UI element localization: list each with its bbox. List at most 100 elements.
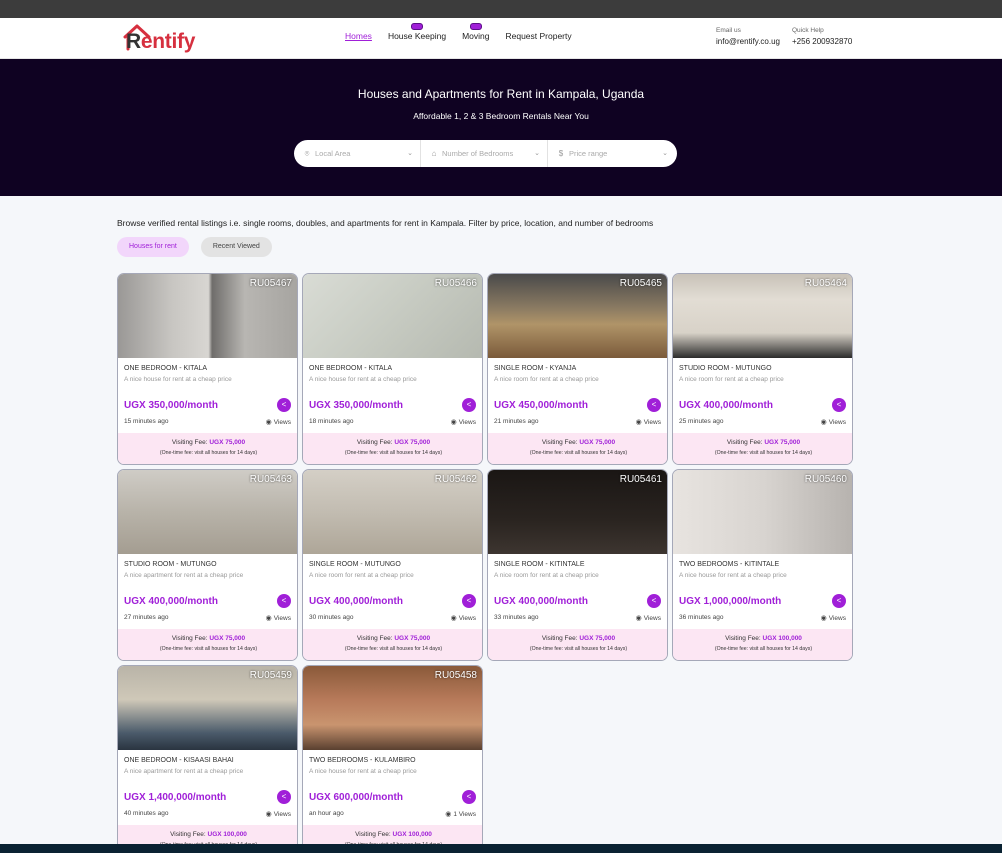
phone-link[interactable]: +256 200932870 — [792, 37, 852, 46]
listing-time: an hour ago — [309, 810, 344, 817]
listing-title: SINGLE ROOM - KITINTALE — [494, 561, 585, 568]
listing-time: 36 minutes ago — [679, 614, 724, 621]
listing-price: UGX 400,000/month — [679, 400, 773, 411]
listing-views: ◉ Views — [820, 419, 846, 426]
listing-code: RU05458 — [434, 670, 477, 681]
listing-views: ◉ Views — [265, 615, 291, 622]
eye-icon: ◉ — [635, 615, 642, 622]
share-icon[interactable]: < — [832, 398, 846, 412]
new-badge — [469, 23, 482, 30]
listing-card[interactable]: RU05461 SINGLE ROOM - KITINTALE A nice r… — [487, 469, 668, 661]
eye-icon: ◉ — [265, 419, 272, 426]
listing-title: ONE BEDROOM - KITALA — [124, 365, 208, 372]
visiting-fee: Visiting Fee: UGX 75,000 — [356, 635, 431, 642]
listing-description: A nice room for rent at a cheap price — [679, 376, 784, 383]
logo[interactable]: Rentify — [122, 22, 195, 54]
listing-views: ◉ Views — [265, 419, 291, 426]
money-icon: $ — [558, 148, 564, 158]
listing-price: UGX 400,000/month — [309, 596, 403, 607]
listing-card[interactable]: RU05462 SINGLE ROOM - MUTUNGO A nice roo… — [302, 469, 483, 661]
share-icon[interactable]: < — [832, 594, 846, 608]
listing-description: A nice house for rent at a cheap price — [679, 572, 787, 579]
share-icon[interactable]: < — [647, 594, 661, 608]
share-icon[interactable]: < — [462, 790, 476, 804]
listing-code: RU05463 — [249, 474, 292, 485]
price-range-select[interactable]: $ Price range ⌄ — [548, 140, 675, 167]
listing-time: 30 minutes ago — [309, 614, 354, 621]
visiting-fee-box: Visiting Fee: UGX 75,000 (One-time fee: … — [303, 433, 482, 464]
listing-views: ◉ Views — [450, 419, 476, 426]
share-icon[interactable]: < — [277, 790, 291, 804]
listing-card[interactable]: RU05463 STUDIO ROOM - MUTUNGO A nice apa… — [117, 469, 298, 661]
listing-code: RU05459 — [249, 670, 292, 681]
share-icon[interactable]: < — [277, 594, 291, 608]
share-icon[interactable]: < — [462, 398, 476, 412]
share-icon[interactable]: < — [277, 398, 291, 412]
share-icon[interactable]: < — [462, 594, 476, 608]
email-link[interactable]: info@rentify.co.ug — [716, 37, 780, 46]
share-icon[interactable]: < — [647, 398, 661, 412]
hero-subtitle: Affordable 1, 2 & 3 Bedroom Rentals Near… — [413, 111, 589, 121]
visiting-fee-box: Visiting Fee: UGX 75,000 (One-time fee: … — [118, 629, 297, 660]
tab-houses-for-rent[interactable]: Houses for rent — [117, 237, 189, 257]
listing-title: SINGLE ROOM - MUTUNGO — [309, 561, 401, 568]
chevron-down-icon: ⌄ — [407, 150, 413, 157]
visiting-fee: Visiting Fee: UGX 75,000 — [171, 635, 246, 642]
chevron-down-icon: ⌄ — [662, 150, 668, 157]
nav-moving[interactable]: Moving — [462, 23, 489, 41]
listing-card[interactable]: RU05465 SINGLE ROOM - KYANJA A nice room… — [487, 273, 668, 465]
listing-card[interactable]: RU05467 ONE BEDROOM - KITALA A nice hous… — [117, 273, 298, 465]
listing-card[interactable]: RU05459 ONE BEDROOM - KISAASI BAHAI A ni… — [117, 665, 298, 853]
listing-description: A nice house for rent at a cheap price — [309, 376, 417, 383]
visiting-fee: Visiting Fee: UGX 75,000 — [726, 439, 801, 446]
listing-card[interactable]: RU05458 TWO BEDROOMS - KULAMBIRO A nice … — [302, 665, 483, 853]
listing-price: UGX 1,000,000/month — [679, 596, 782, 607]
eye-icon: ◉ — [635, 419, 642, 426]
visiting-fee-note: (One-time fee: visit all houses for 14 d… — [714, 450, 813, 456]
chevron-down-icon: ⌄ — [534, 150, 540, 157]
nav-house-keeping[interactable]: House Keeping — [388, 23, 446, 41]
listing-description: A nice room for rent at a cheap price — [494, 376, 599, 383]
visiting-fee: Visiting Fee: UGX 75,000 — [356, 439, 431, 446]
listing-title: SINGLE ROOM - KYANJA — [494, 365, 577, 372]
hero-title: Houses and Apartments for Rent in Kampal… — [357, 87, 645, 101]
visiting-fee-note: (One-time fee: visit all houses for 14 d… — [529, 646, 628, 652]
local-area-select[interactable]: ⌾ Local Area ⌄ — [294, 140, 421, 167]
listing-description: A nice room for rent at a cheap price — [309, 572, 414, 579]
eye-icon: ◉ — [450, 419, 457, 426]
listing-title: ONE BEDROOM - KISAASI BAHAI — [124, 757, 234, 764]
visiting-fee: Visiting Fee: UGX 100,000 — [725, 635, 802, 642]
bottom-bar — [0, 844, 1002, 853]
listing-title: STUDIO ROOM - MUTUNGO — [679, 365, 772, 372]
listing-code: RU05462 — [434, 474, 477, 485]
listing-card[interactable]: RU05464 STUDIO ROOM - MUTUNGO A nice roo… — [672, 273, 853, 465]
eye-icon: ◉ — [265, 615, 272, 622]
listing-time: 15 minutes ago — [124, 418, 169, 425]
nav-homes[interactable]: Homes — [345, 31, 372, 41]
visiting-fee: Visiting Fee: UGX 75,000 — [541, 439, 616, 446]
listing-price: UGX 350,000/month — [124, 400, 218, 411]
listing-code: RU05466 — [434, 278, 477, 289]
search-bar: ⌾ Local Area ⌄ ⌂ Number of Bedrooms ⌄ $ … — [294, 140, 677, 167]
location-pin-icon: ⌾ — [304, 148, 310, 158]
listing-views: ◉ 1 Views — [445, 811, 476, 818]
listing-time: 33 minutes ago — [494, 614, 539, 621]
listing-price: UGX 450,000/month — [494, 400, 588, 411]
listing-views: ◉ Views — [635, 419, 661, 426]
browser-top-bar — [0, 0, 1002, 18]
listing-views: ◉ Views — [820, 615, 846, 622]
listing-time: 18 minutes ago — [309, 418, 354, 425]
tab-recent-viewed[interactable]: Recent Viewed — [200, 237, 272, 257]
listing-code: RU05465 — [619, 278, 662, 289]
listing-card[interactable]: RU05460 TWO BEDROOMS - KITINTALE A nice … — [672, 469, 853, 661]
listing-title: ONE BEDROOM - KITALA — [309, 365, 393, 372]
listing-views: ◉ Views — [450, 615, 476, 622]
visiting-fee-note: (One-time fee: visit all houses for 14 d… — [714, 646, 813, 652]
listing-time: 40 minutes ago — [124, 810, 169, 817]
listing-card[interactable]: RU05466 ONE BEDROOM - KITALA A nice hous… — [302, 273, 483, 465]
nav-request-property[interactable]: Request Property — [505, 31, 571, 41]
listing-price: UGX 400,000/month — [494, 596, 588, 607]
bedrooms-select[interactable]: ⌂ Number of Bedrooms ⌄ — [421, 140, 548, 167]
new-badge — [411, 23, 423, 30]
visiting-fee: Visiting Fee: UGX 100,000 — [170, 831, 247, 838]
